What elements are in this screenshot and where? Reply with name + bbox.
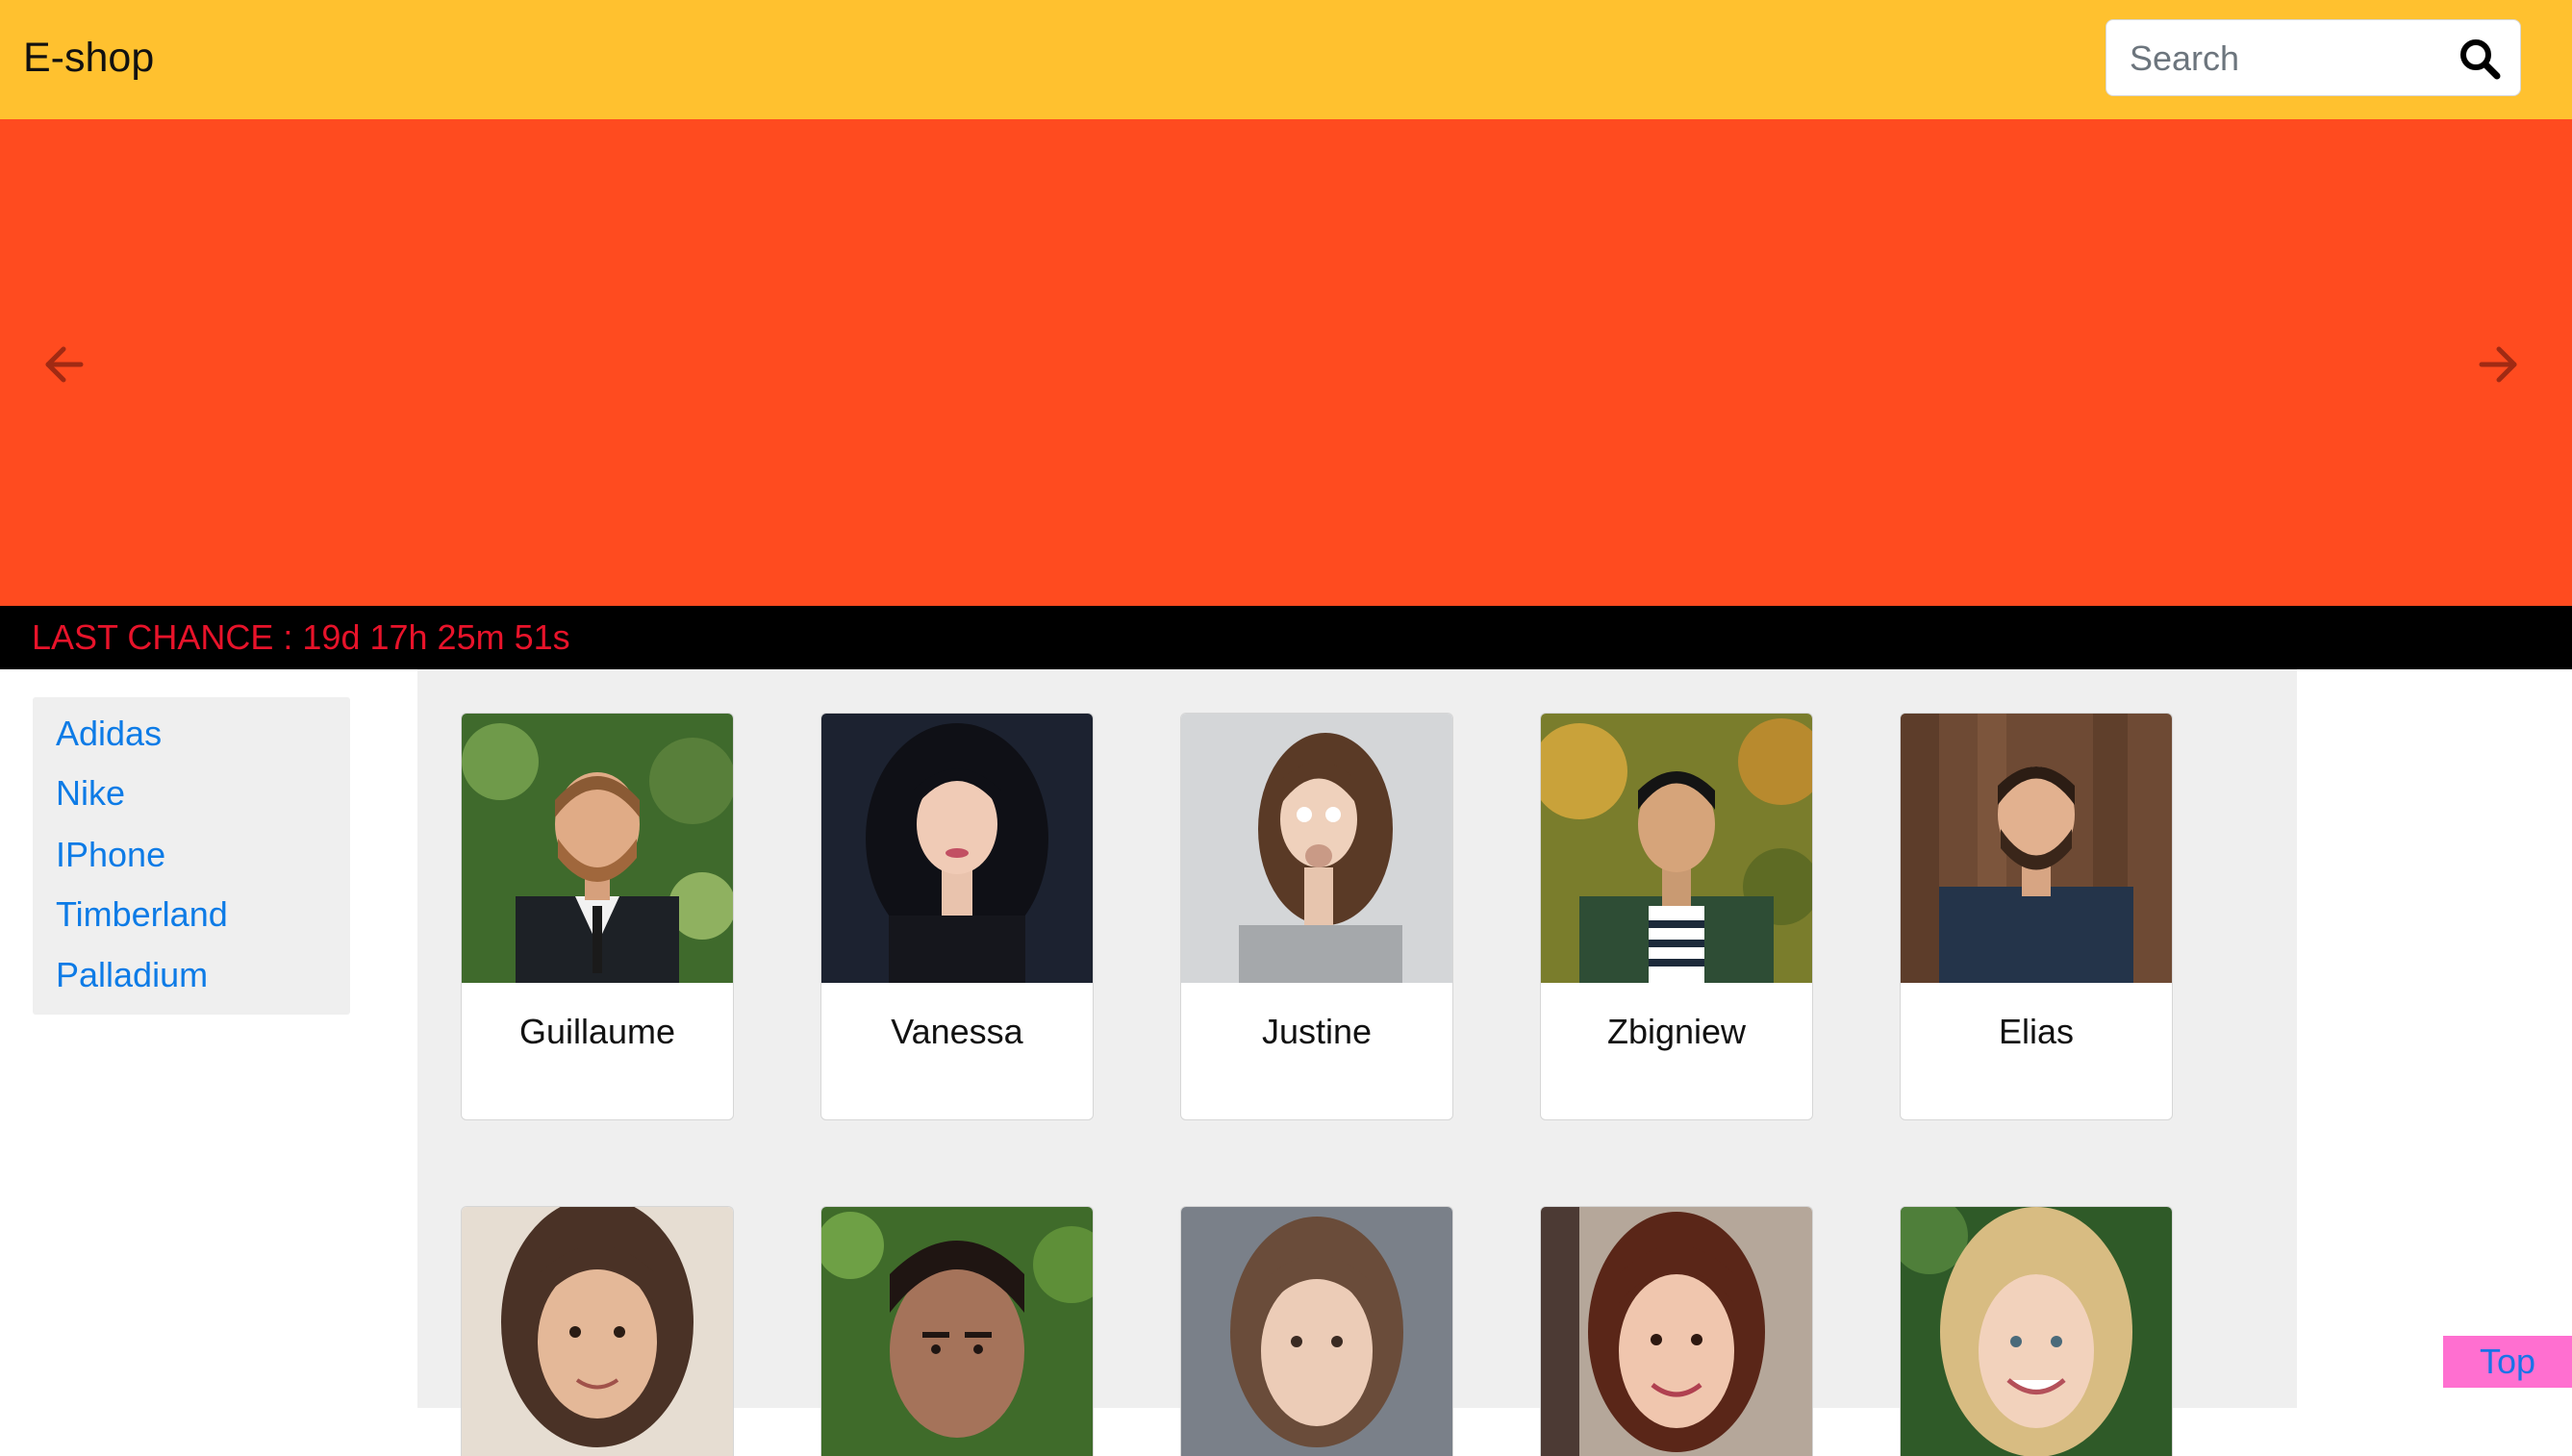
product-photo (462, 1207, 733, 1456)
product-photo (821, 1207, 1093, 1456)
product-card[interactable]: Elias (1900, 713, 2173, 1120)
search-box (2106, 19, 2521, 96)
brand-sidebar: Adidas Nike IPhone Timberland Palladium (33, 697, 350, 1015)
sidebar-item-iphone[interactable]: IPhone (56, 834, 165, 876)
product-name: Guillaume (518, 1012, 676, 1051)
product-card[interactable]: Justine (1180, 713, 1453, 1120)
product-card[interactable] (1900, 1206, 2173, 1456)
product-name: Zbigniew (1606, 1012, 1747, 1051)
product-photo (1901, 1207, 2172, 1456)
brand-logo[interactable]: E-shop (23, 31, 154, 85)
search-icon[interactable] (2459, 38, 2501, 80)
countdown-text: LAST CHANCE : 19d 17h 25m 51s (32, 617, 570, 657)
hero-carousel (0, 119, 2572, 606)
scroll-top-button[interactable]: Top (2443, 1336, 2572, 1388)
sidebar-item-adidas[interactable]: Adidas (56, 713, 162, 755)
product-card[interactable]: Vanessa (820, 713, 1094, 1120)
product-photo (1541, 714, 1812, 983)
product-photo (462, 714, 733, 983)
product-photo (821, 714, 1093, 983)
arrow-right-icon[interactable] (2468, 336, 2526, 393)
product-name: Vanessa (891, 1012, 1023, 1051)
sidebar-item-nike[interactable]: Nike (56, 772, 125, 815)
product-card[interactable] (461, 1206, 734, 1456)
top-navbar: E-shop (0, 0, 2572, 119)
sidebar-item-palladium[interactable]: Palladium (56, 954, 208, 996)
product-card[interactable] (820, 1206, 1094, 1456)
arrow-left-icon[interactable] (37, 336, 94, 393)
product-card[interactable] (1540, 1206, 1813, 1456)
product-name: Elias (1998, 1012, 2075, 1051)
countdown-bar: LAST CHANCE : 19d 17h 25m 51s (0, 606, 2572, 669)
product-photo (1901, 714, 2172, 983)
product-grid: Guillaume Vanessa Justine Zbigniew Elias (417, 669, 2297, 1456)
product-card[interactable]: Guillaume (461, 713, 734, 1120)
product-card[interactable] (1180, 1206, 1453, 1456)
product-photo (1181, 1207, 1452, 1456)
product-photo (1541, 1207, 1812, 1456)
sidebar-item-timberland[interactable]: Timberland (56, 893, 228, 936)
product-name: Justine (1261, 1012, 1373, 1051)
search-input[interactable] (2130, 30, 2437, 88)
product-photo (1181, 714, 1452, 983)
product-card[interactable]: Zbigniew (1540, 713, 1813, 1120)
